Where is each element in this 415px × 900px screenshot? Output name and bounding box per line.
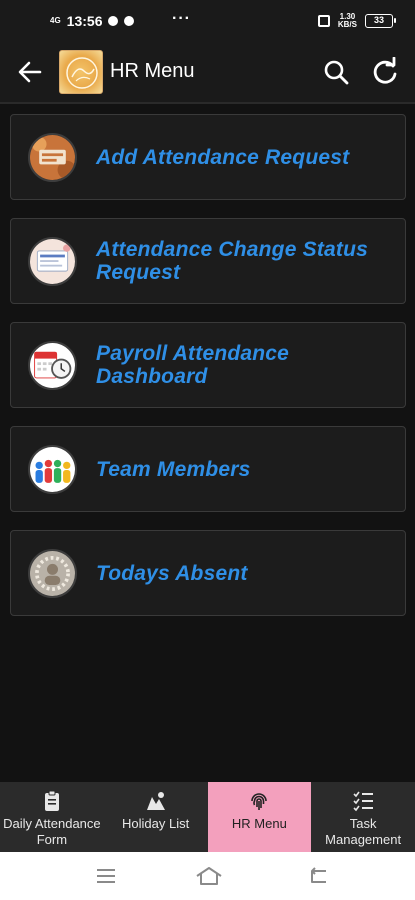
menu-item-label: Attendance Change Status Request xyxy=(96,238,369,284)
menu-item-add-attendance-request[interactable]: Add Attendance Request xyxy=(10,114,406,200)
menu-item-attendance-change-status-request[interactable]: Attendance Change Status Request xyxy=(10,218,406,304)
hr-menu-list: Add Attendance Request Attendance Change… xyxy=(10,114,406,634)
status-time: 13:56 xyxy=(66,13,103,29)
nav-holiday-list[interactable]: Holiday List xyxy=(104,782,208,852)
recent-apps-icon[interactable] xyxy=(94,865,118,887)
app-logo xyxy=(59,50,103,94)
system-navigation-bar xyxy=(0,852,415,900)
refresh-icon[interactable] xyxy=(370,57,400,87)
vibrate-icon xyxy=(317,15,330,27)
menu-item-todays-absent[interactable]: Todays Absent xyxy=(10,530,406,616)
search-icon[interactable] xyxy=(322,58,350,86)
battery-icon: 33 xyxy=(365,14,396,28)
task-list-icon xyxy=(353,791,374,812)
nav-label: HR Menu xyxy=(231,816,287,831)
status-request-thumbnail xyxy=(28,236,77,286)
nav-daily-attendance-form[interactable]: Daily Attendance Form xyxy=(0,782,104,852)
back-arrow-icon[interactable] xyxy=(16,58,44,86)
nav-task-management[interactable]: Task Management xyxy=(311,782,415,852)
nav-hr-menu[interactable]: HR Menu xyxy=(207,782,312,852)
signal-label: 4G xyxy=(50,16,61,25)
status-left: 4G 13:56 xyxy=(50,13,135,29)
attendance-request-thumbnail xyxy=(28,132,77,182)
network-speed-unit: KB/S xyxy=(337,20,357,29)
absent-thumbnail xyxy=(28,548,77,598)
menu-item-team-members[interactable]: Team Members xyxy=(10,426,406,512)
menu-item-label: Team Members xyxy=(96,457,251,481)
menu-item-label: Payroll Attendance Dashboard xyxy=(96,342,290,388)
holiday-icon xyxy=(146,792,165,810)
team-members-thumbnail xyxy=(28,444,77,494)
bottom-navigation: Daily Attendance Form Holiday List HR Me… xyxy=(0,782,415,852)
notification-dot-icon xyxy=(108,16,119,26)
more-notifications-icon: ··· xyxy=(172,10,191,27)
menu-item-label: Todays Absent xyxy=(96,561,248,585)
fingerprint-icon xyxy=(251,793,268,810)
notification-icon xyxy=(124,16,135,26)
app-bar: HR Menu xyxy=(0,42,415,104)
menu-item-payroll-attendance-dashboard[interactable]: Payroll Attendance Dashboard xyxy=(10,322,406,408)
status-bar: 4G 13:56 ··· 1.30 KB/S 33 xyxy=(0,0,415,42)
menu-item-label: Add Attendance Request xyxy=(96,145,350,169)
page-title: HR Menu xyxy=(110,60,195,82)
nav-label: Daily Attendance Form xyxy=(3,816,101,847)
network-speed: 1.30 KB/S xyxy=(338,13,357,29)
nav-label: Holiday List xyxy=(122,816,190,831)
home-icon[interactable] xyxy=(195,865,223,887)
system-back-icon[interactable] xyxy=(306,865,330,887)
payroll-calendar-thumbnail xyxy=(28,340,77,390)
nav-label: Task Management xyxy=(325,816,402,847)
status-right: 1.30 KB/S 33 xyxy=(317,13,396,29)
clipboard-icon xyxy=(44,790,59,811)
